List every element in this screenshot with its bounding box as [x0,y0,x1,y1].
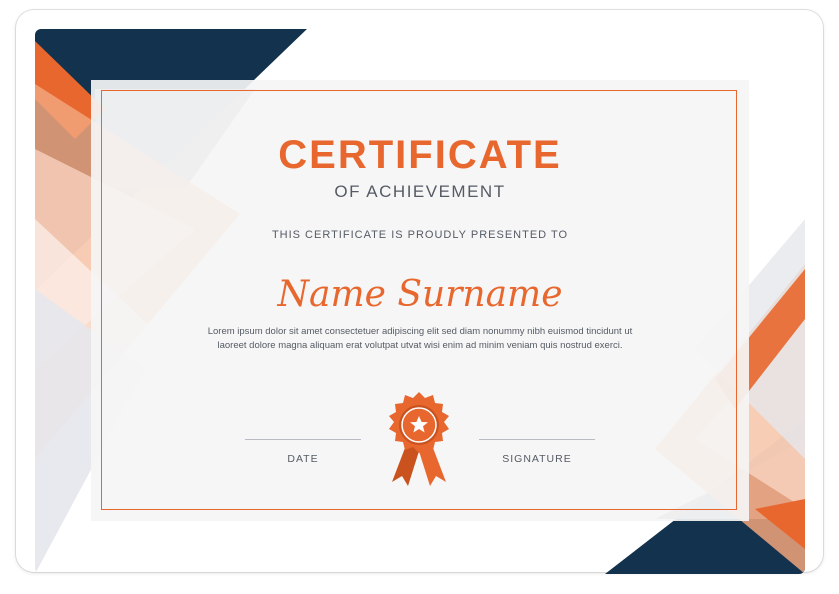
certificate-subtitle: OF ACHIEVEMENT [334,182,506,201]
date-label: DATE [287,453,319,465]
signature-line [479,439,595,440]
signature-label: SIGNATURE [502,453,572,465]
date-line [245,439,361,440]
certificate: CERTIFICATE OF ACHIEVEMENT THIS CERTIFIC… [35,29,805,574]
description-text: Lorem ipsum dolor sit amet consectetuer … [207,326,633,351]
certificate-title: CERTIFICATE [278,133,562,177]
recipient-name: Name Surname [277,274,563,315]
presented-to-text: THIS CERTIFICATE IS PROUDLY PRESENTED TO [271,229,569,241]
award-ribbon-star-icon [389,392,449,486]
